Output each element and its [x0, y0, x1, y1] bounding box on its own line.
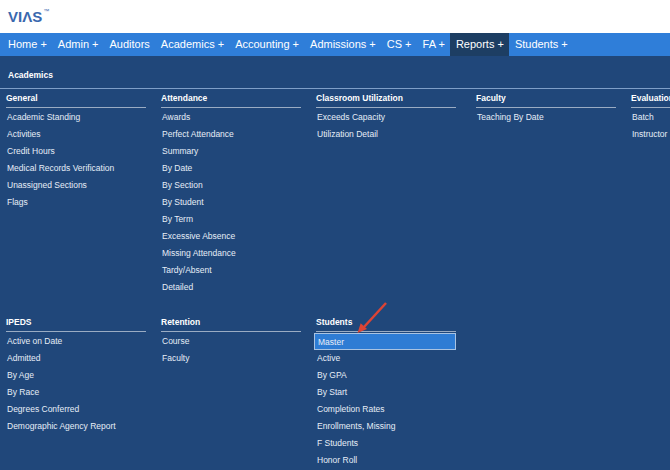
menu-item-demographic-agency-report[interactable]: Demographic Agency Report	[4, 418, 146, 435]
menu-group-header-retention: Retention	[161, 317, 301, 332]
menu-item-f-students[interactable]: F Students	[314, 435, 456, 452]
menu-group-header-evaluation: Evaluation	[631, 93, 670, 108]
menu-group-faculty: FacultyTeaching By Date	[476, 93, 616, 126]
menu-item-by-student[interactable]: By Student	[159, 194, 301, 211]
menu-item-honor-roll[interactable]: Honor Roll	[314, 452, 456, 469]
reports-mega-menu: Academics GeneralAcademic StandingActivi…	[0, 56, 670, 470]
menu-item-master[interactable]: Master	[314, 333, 456, 350]
menu-item-utilization-detail[interactable]: Utilization Detail	[314, 126, 456, 143]
menu-item-teaching-by-date[interactable]: Teaching By Date	[474, 109, 616, 126]
menu-group-header-attendance: Attendance	[161, 93, 301, 108]
menu-group-header-faculty: Faculty	[476, 93, 616, 108]
menu-item-by-gpa[interactable]: By GPA	[314, 367, 456, 384]
navbar: Home +Admin +AuditorsAcademics +Accounti…	[0, 33, 670, 56]
menu-item-detailed[interactable]: Detailed	[159, 279, 301, 296]
menu-group-retention: RetentionCourseFaculty	[161, 317, 301, 367]
menu-item-course[interactable]: Course	[159, 333, 301, 350]
nav-item-reports[interactable]: Reports +	[450, 33, 509, 56]
menu-item-by-start[interactable]: By Start	[314, 384, 456, 401]
nav-item-academics[interactable]: Academics +	[155, 33, 229, 56]
menu-item-by-section[interactable]: By Section	[159, 177, 301, 194]
brand-logo: VIΛS™	[8, 8, 49, 25]
menu-group-ipeds: IPEDSActive on DateAdmittedBy AgeBy Race…	[6, 317, 146, 435]
trademark-mark: ™	[43, 8, 49, 14]
menu-section-title: Academics	[8, 70, 53, 80]
menu-item-perfect-attendance[interactable]: Perfect Attendance	[159, 126, 301, 143]
menu-item-faculty[interactable]: Faculty	[159, 350, 301, 367]
menu-item-by-term[interactable]: By Term	[159, 211, 301, 228]
menu-item-tardy-absent[interactable]: Tardy/Absent	[159, 262, 301, 279]
menu-item-enrollments-missing[interactable]: Enrollments, Missing	[314, 418, 456, 435]
menu-title-divider	[0, 88, 670, 89]
nav-item-fa[interactable]: FA +	[417, 33, 450, 56]
nav-item-home[interactable]: Home +	[3, 33, 53, 56]
menu-item-awards[interactable]: Awards	[159, 109, 301, 126]
menu-item-active-on-date[interactable]: Active on Date	[4, 333, 146, 350]
menu-item-exceeds-capacity[interactable]: Exceeds Capacity	[314, 109, 456, 126]
menu-group-header-classroom-utilization: Classroom Utilization	[316, 93, 456, 108]
nav-item-admin[interactable]: Admin +	[52, 33, 104, 56]
menu-item-degrees-conferred[interactable]: Degrees Conferred	[4, 401, 146, 418]
menu-item-flags[interactable]: Flags	[4, 194, 146, 211]
menu-item-by-race[interactable]: By Race	[4, 384, 146, 401]
menu-group-classroom-utilization: Classroom UtilizationExceeds CapacityUti…	[316, 93, 456, 143]
nav-item-auditors[interactable]: Auditors	[104, 33, 155, 56]
nav-item-accounting[interactable]: Accounting +	[230, 33, 305, 56]
menu-item-unassigned-sections[interactable]: Unassigned Sections	[4, 177, 146, 194]
menu-item-active[interactable]: Active	[314, 350, 456, 367]
menu-group-header-students: Students	[316, 317, 456, 332]
menu-item-instructor[interactable]: Instructor	[629, 126, 670, 143]
menu-item-summary[interactable]: Summary	[159, 143, 301, 160]
menu-item-excessive-absence[interactable]: Excessive Absence	[159, 228, 301, 245]
top-bar: VIΛS™	[0, 0, 670, 33]
menu-group-header-ipeds: IPEDS	[6, 317, 146, 332]
menu-group-evaluation: EvaluationBatchInstructor	[631, 93, 670, 143]
menu-item-missing-attendance[interactable]: Missing Attendance	[159, 245, 301, 262]
menu-item-by-date[interactable]: By Date	[159, 160, 301, 177]
nav-item-admissions[interactable]: Admissions +	[305, 33, 382, 56]
menu-item-by-age[interactable]: By Age	[4, 367, 146, 384]
menu-group-attendance: AttendanceAwardsPerfect AttendanceSummar…	[161, 93, 301, 296]
menu-group-header-general: General	[6, 93, 146, 108]
menu-group-students: StudentsMasterActiveBy GPABy StartComple…	[316, 317, 456, 469]
nav-item-students[interactable]: Students +	[509, 33, 573, 56]
menu-item-credit-hours[interactable]: Credit Hours	[4, 143, 146, 160]
menu-item-academic-standing[interactable]: Academic Standing	[4, 109, 146, 126]
menu-item-admitted[interactable]: Admitted	[4, 350, 146, 367]
menu-item-activities[interactable]: Activities	[4, 126, 146, 143]
nav-item-cs[interactable]: CS +	[381, 33, 417, 56]
menu-item-batch[interactable]: Batch	[629, 109, 670, 126]
menu-group-general: GeneralAcademic StandingActivitiesCredit…	[6, 93, 146, 211]
menu-item-medical-records-verification[interactable]: Medical Records Verification	[4, 160, 146, 177]
menu-item-completion-rates[interactable]: Completion Rates	[314, 401, 456, 418]
